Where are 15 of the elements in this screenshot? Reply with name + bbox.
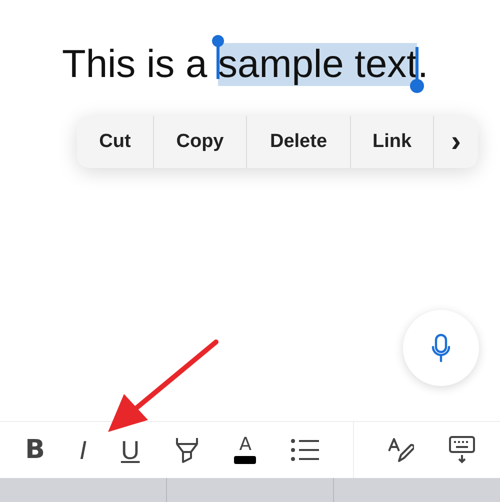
menu-item[interactable]: Cut <box>77 116 154 168</box>
pen-icon[interactable] <box>388 437 414 463</box>
list-icon[interactable] <box>290 439 319 461</box>
italic-button[interactable]: I <box>79 434 87 466</box>
underline-button[interactable]: U <box>120 434 140 466</box>
menu-item[interactable]: Delete <box>247 116 351 168</box>
more-button[interactable]: › <box>434 116 478 168</box>
bold-button[interactable]: B <box>25 435 45 465</box>
text-color-button[interactable]: A <box>234 436 256 464</box>
menu-item[interactable]: Copy <box>154 116 247 168</box>
menu-item[interactable]: Link <box>351 116 434 168</box>
document-text: This is a sample text. <box>62 40 428 90</box>
keyboard-icon[interactable] <box>448 436 475 464</box>
highlighter-icon[interactable] <box>174 436 200 464</box>
microphone-icon <box>431 333 451 363</box>
